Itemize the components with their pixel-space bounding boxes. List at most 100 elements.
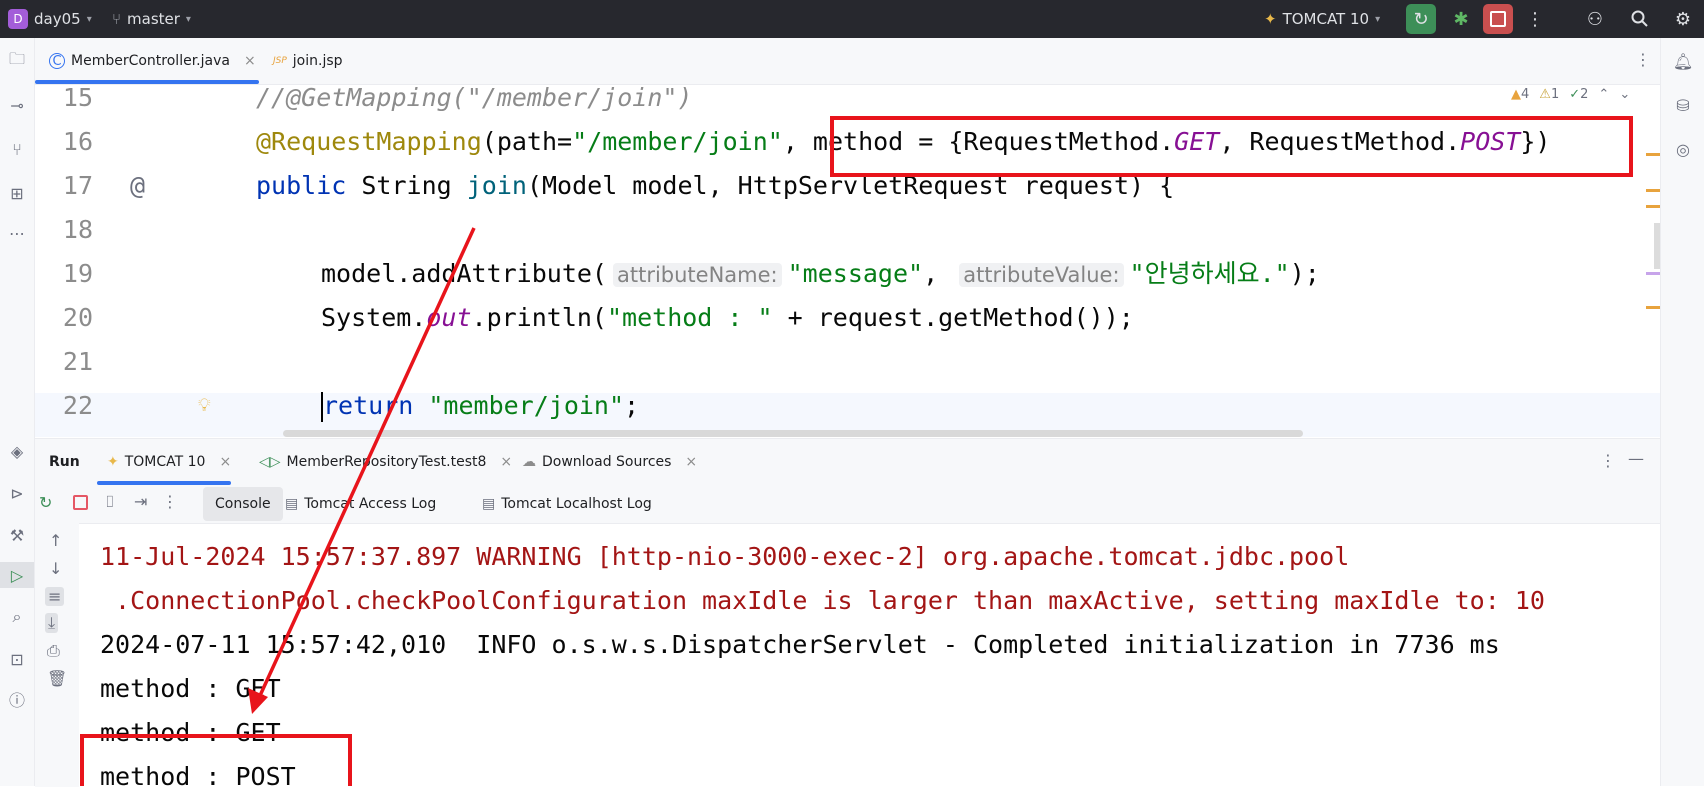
branch-name: master [127, 10, 180, 28]
code-line-18: 18 [35, 208, 1660, 252]
bug-icon: ✱ [1453, 8, 1469, 30]
tab-download-sources[interactable]: ☁ Download Sources × [522, 439, 697, 485]
close-icon[interactable]: × [685, 454, 697, 470]
tomcat-icon: ✦ [1264, 10, 1277, 28]
subtab-tomcat-localhost-log[interactable]: ▤ Tomcat Localhost Log [482, 485, 652, 523]
title-bar: D day05 ▾ ⑂ master ▾ ✦ TOMCAT 10 ▾ ↻ ✱ ⋮… [0, 0, 1704, 38]
info-icon: ⓘ [8, 691, 25, 710]
search-button[interactable] [1625, 4, 1655, 34]
terminal-tool-button[interactable]: ⊡ [0, 646, 34, 672]
project-name: day05 [34, 10, 81, 28]
line-number: 20 [62, 303, 93, 332]
structure-tool-button[interactable]: ⊞ [0, 180, 34, 206]
debug-button[interactable]: ✱ [1446, 4, 1476, 34]
find-tool-button[interactable]: ⌕ [0, 604, 34, 630]
more-actions-button[interactable]: ⋮ [1520, 4, 1550, 34]
project-selector[interactable]: D day05 ▾ [8, 0, 92, 38]
console-line: method : GET [100, 674, 281, 703]
chevron-down-icon: ▾ [1375, 13, 1381, 25]
more-vertical-icon[interactable]: ⋮ [1600, 451, 1616, 470]
services-tool-button[interactable]: ◈ [0, 438, 34, 464]
line-number: 17 [62, 171, 93, 200]
more-vertical-icon[interactable]: ⋮ [162, 492, 178, 511]
notifications-button[interactable]: 🔔︎ [1666, 48, 1700, 74]
settings-button[interactable]: ⚙ [1668, 4, 1698, 34]
ai-assistant-button[interactable]: ◎ [1666, 136, 1700, 162]
line-number: 16 [62, 127, 93, 156]
tab-membercontroller[interactable]: C MemberController.java × [49, 38, 256, 84]
code-text: return "member/join"; [321, 391, 640, 422]
services-run-tool-button[interactable]: ⊳ [0, 480, 34, 506]
line-number: 18 [62, 215, 93, 244]
subtab-console[interactable]: Console [203, 487, 283, 521]
rerun-icon: ↻ [1413, 8, 1429, 30]
branch-selector[interactable]: ⑂ master ▾ [112, 0, 191, 38]
log-icon: ▤ [285, 496, 299, 512]
class-icon: C [49, 53, 65, 69]
close-icon[interactable]: × [244, 53, 256, 69]
run-tool-button[interactable]: ▷ [0, 562, 34, 588]
add-user-icon: ⚇ [1586, 8, 1604, 30]
right-tool-strip: 🔔︎ ⛁ ◎ [1660, 38, 1704, 786]
folder-icon: 🗀 [8, 48, 25, 68]
stop-icon[interactable] [73, 495, 88, 510]
run-config-selector[interactable]: ✦ TOMCAT 10 ▾ [1264, 0, 1380, 38]
exit-icon[interactable]: ⇥ [134, 492, 147, 511]
tab-memberrepositorytest[interactable]: ◁▷ MemberRepositoryTest.test8 × [259, 439, 512, 485]
line-number: 21 [62, 347, 93, 376]
tab-join-jsp[interactable]: JSP join.jsp [273, 38, 343, 84]
arrow-up-icon[interactable]: ↑ [49, 531, 62, 550]
tab-label: join.jsp [292, 53, 343, 69]
search-icon: ⌕ [12, 607, 22, 626]
gutter-annotation-icon[interactable]: @ [130, 164, 145, 208]
lightbulb-icon[interactable]: 💡︎ [198, 384, 211, 428]
tomcat-icon: ✦ [107, 454, 119, 470]
run-tabs: Run ✦ TOMCAT 10 × ◁▷ MemberRepositoryTes… [35, 439, 1660, 485]
minimize-icon[interactable]: — [1628, 449, 1644, 468]
chevron-down-icon: ▾ [185, 13, 191, 25]
error-stripe[interactable] [1646, 85, 1660, 437]
code-text: System.out.println("method : " + request… [321, 303, 1134, 332]
code-text: model.addAttribute(attributeName: "messag… [321, 259, 1320, 288]
problems-tool-button[interactable]: ⓘ [0, 686, 34, 712]
console-side-toolbar: ↑ ↓ ≡ ⤓ ⎙ 🗑︎ [35, 523, 79, 787]
project-tool-button[interactable]: 🗀 [0, 48, 34, 74]
camera-icon[interactable]: ⌷ [105, 492, 115, 512]
more-vertical-icon: ⋮ [1526, 8, 1544, 30]
scroll-to-end-icon[interactable]: ⤓ [45, 613, 59, 633]
tab-tomcat[interactable]: ✦ TOMCAT 10 × [107, 439, 231, 485]
download-icon: ☁ [522, 454, 536, 470]
hammer-icon: ⚒ [9, 525, 25, 545]
trash-icon[interactable]: 🗑︎ [47, 669, 67, 688]
git-branch-icon: ⑂ [112, 10, 122, 28]
parameter-hint: attributeValue: [959, 263, 1124, 287]
more-tools-button[interactable]: ⋯ [0, 220, 34, 246]
console-line: 2024-07-11 15:57:42,010 INFO o.s.w.s.Dis… [100, 630, 1500, 659]
chevron-down-icon: ▾ [86, 13, 92, 25]
jsp-file-icon: JSP [273, 56, 287, 66]
log-icon: ▤ [482, 496, 496, 512]
run-toolbar: ↻ ⌷ ⇥ ⋮ Console ▤ Tomcat Access Log ▤ Tomc… [35, 485, 1660, 524]
code-line-15: 15 //@GetMapping("/member/join") [35, 85, 1660, 120]
commit-tool-button[interactable]: ⊸ [0, 92, 34, 118]
close-icon[interactable]: × [500, 454, 512, 470]
highlight-box-method [830, 116, 1633, 177]
close-icon[interactable]: × [219, 454, 231, 470]
print-icon[interactable]: ⎙ [47, 641, 60, 661]
subtab-tomcat-access-log[interactable]: ▤ Tomcat Access Log [285, 485, 436, 523]
rerun-icon[interactable]: ↻ [39, 493, 52, 512]
commit-icon: ⊸ [10, 95, 24, 115]
rerun-button[interactable]: ↻ [1406, 4, 1436, 34]
build-tool-button[interactable]: ⚒ [0, 522, 34, 548]
gear-icon: ⚙ [1674, 8, 1692, 30]
run-config-name: TOMCAT 10 [1282, 10, 1370, 28]
database-tool-button[interactable]: ⛁ [1666, 92, 1700, 118]
left-tool-strip: 🗀 ⊸ ⑂ ⊞ ⋯ ◈ ⊳ ⚒ ▷ ⌕ ⊡ ⓘ [0, 38, 35, 786]
pull-requests-tool-button[interactable]: ⑂ [0, 136, 34, 162]
more-vertical-icon[interactable]: ⋮ [1635, 50, 1651, 69]
add-user-button[interactable]: ⚇ [1580, 4, 1610, 34]
stop-button[interactable] [1483, 4, 1513, 34]
horizontal-scrollbar[interactable] [283, 430, 1303, 437]
arrow-down-icon[interactable]: ↓ [49, 559, 62, 578]
soft-wrap-icon[interactable]: ≡ [45, 587, 65, 606]
